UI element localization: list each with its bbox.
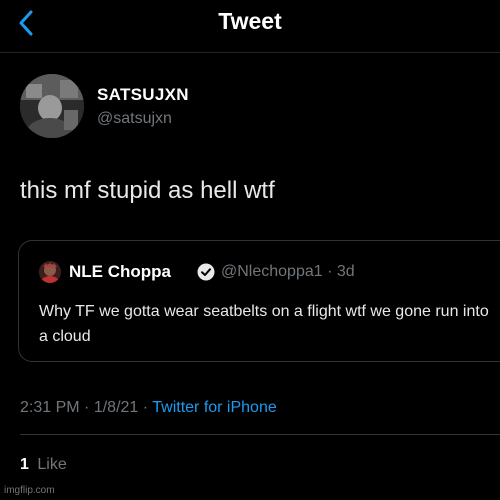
author-display-name[interactable]: SATSUJXN: [97, 85, 189, 105]
quoted-avatar-image: [39, 261, 61, 283]
quoted-display-name: NLE Choppa: [69, 262, 171, 281]
meta-separator: ·: [84, 399, 90, 416]
quoted-tweet-card[interactable]: NLE Choppa @Nlechoppa1 · 3d Why TF we go…: [18, 240, 500, 362]
tweet-text: this mf stupid as hell wtf: [20, 177, 275, 204]
navigation-bar: Tweet: [0, 0, 500, 48]
meta-separator: ·: [142, 399, 149, 416]
likes-count: 1: [20, 456, 29, 473]
author-handle[interactable]: @satsujxn: [97, 110, 172, 128]
tweet-meta: 2:31 PM · 1/8/21 · Twitter for iPhone: [20, 399, 277, 417]
quoted-separator: ·: [327, 263, 333, 280]
quoted-age: 3d: [336, 263, 355, 280]
author-avatar[interactable]: [20, 74, 84, 138]
quoted-author-avatar: [39, 261, 61, 283]
quoted-handle: @Nlechoppa1: [221, 263, 323, 280]
tweet-date: 1/8/21: [93, 399, 139, 416]
watermark: imgflip.com: [4, 485, 55, 496]
verified-badge-icon: [197, 263, 215, 281]
likes-button[interactable]: 1 Like: [20, 456, 67, 474]
likes-label: Like: [37, 456, 67, 473]
avatar-image: [20, 74, 84, 138]
page-title: Tweet: [218, 8, 282, 34]
source-link[interactable]: Twitter for iPhone: [152, 399, 277, 416]
tweet-time: 2:31 PM: [20, 399, 80, 416]
quoted-meta: @Nlechoppa1 · 3d: [221, 263, 355, 281]
divider: [20, 434, 500, 435]
divider: [0, 52, 500, 53]
quoted-tweet-text: Why TF we gotta wear seatbelts on a flig…: [39, 303, 489, 345]
